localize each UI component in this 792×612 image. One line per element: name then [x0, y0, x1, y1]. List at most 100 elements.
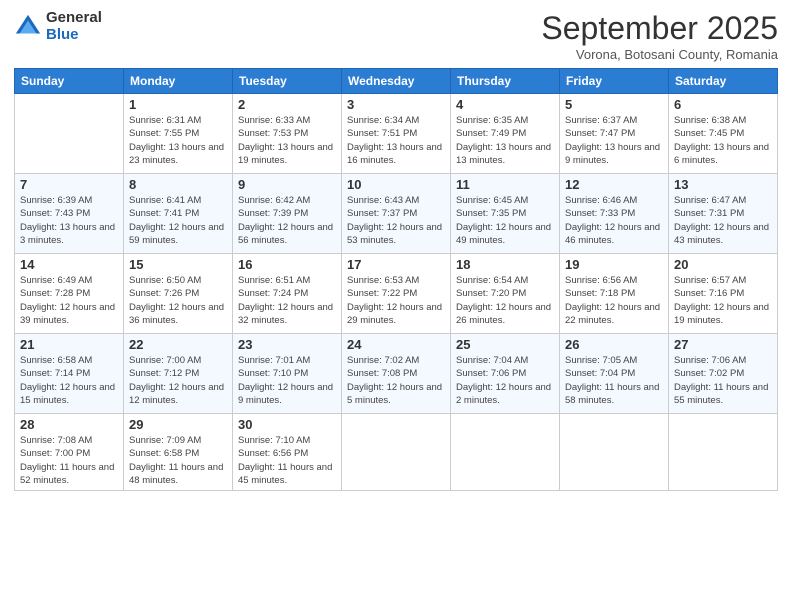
day-number: 8 — [129, 177, 227, 192]
calendar-cell: 28 Sunrise: 7:08 AMSunset: 7:00 PMDayligh… — [15, 414, 124, 491]
day-info: Sunrise: 7:10 AMSunset: 6:56 PMDaylight:… — [238, 434, 336, 487]
calendar-cell: 3 Sunrise: 6:34 AMSunset: 7:51 PMDaylight… — [342, 94, 451, 174]
day-number: 5 — [565, 97, 663, 112]
day-number: 21 — [20, 337, 118, 352]
day-info: Sunrise: 6:53 AMSunset: 7:22 PMDaylight:… — [347, 274, 445, 327]
calendar-cell: 5 Sunrise: 6:37 AMSunset: 7:47 PMDaylight… — [560, 94, 669, 174]
calendar-cell: 27Sunrise: 7:06 AMSunset: 7:02 PMDayligh… — [669, 334, 778, 414]
calendar-cell: 15Sunrise: 6:50 AMSunset: 7:26 PMDayligh… — [124, 254, 233, 334]
calendar-cell: 19 Sunrise: 6:56 AMSunset: 7:18 PMDayligh… — [560, 254, 669, 334]
day-info: Sunrise: 6:45 AMSunset: 7:35 PMDaylight:… — [456, 194, 554, 247]
day-number: 29 — [129, 417, 227, 432]
day-info: Sunrise: 6:34 AMSunset: 7:51 PMDaylight:… — [347, 114, 445, 167]
calendar-cell: 30 Sunrise: 7:10 AMSunset: 6:56 PMDayligh… — [233, 414, 342, 491]
day-info: Sunrise: 6:46 AMSunset: 7:33 PMDaylight:… — [565, 194, 663, 247]
day-info: Sunrise: 6:47 AMSunset: 7:31 PMDaylight:… — [674, 194, 772, 247]
day-info: Sunrise: 7:06 AMSunset: 7:02 PMDaylight:… — [674, 354, 772, 407]
day-info: Sunrise: 6:38 AMSunset: 7:45 PMDaylight:… — [674, 114, 772, 167]
day-info: Sunrise: 7:09 AMSunset: 6:58 PMDaylight:… — [129, 434, 227, 487]
weekday-header-saturday: Saturday — [669, 69, 778, 94]
day-number: 22 — [129, 337, 227, 352]
day-info: Sunrise: 6:33 AMSunset: 7:53 PMDaylight:… — [238, 114, 336, 167]
weekday-header-thursday: Thursday — [451, 69, 560, 94]
location-subtitle: Vorona, Botosani County, Romania — [541, 47, 778, 62]
day-number: 20 — [674, 257, 772, 272]
day-number: 7 — [20, 177, 118, 192]
day-number: 23 — [238, 337, 336, 352]
day-info: Sunrise: 6:42 AMSunset: 7:39 PMDaylight:… — [238, 194, 336, 247]
day-number: 19 — [565, 257, 663, 272]
weekday-header-wednesday: Wednesday — [342, 69, 451, 94]
day-number: 13 — [674, 177, 772, 192]
day-number: 14 — [20, 257, 118, 272]
calendar-cell: 29 Sunrise: 7:09 AMSunset: 6:58 PMDayligh… — [124, 414, 233, 491]
day-number: 6 — [674, 97, 772, 112]
calendar-cell — [15, 94, 124, 174]
day-info: Sunrise: 7:01 AMSunset: 7:10 PMDaylight:… — [238, 354, 336, 407]
calendar-cell: 13 Sunrise: 6:47 AMSunset: 7:31 PMDayligh… — [669, 174, 778, 254]
calendar-cell: 26 Sunrise: 7:05 AMSunset: 7:04 PMDayligh… — [560, 334, 669, 414]
calendar-cell: 7 Sunrise: 6:39 AMSunset: 7:43 PMDaylight… — [15, 174, 124, 254]
day-number: 11 — [456, 177, 554, 192]
weekday-header-monday: Monday — [124, 69, 233, 94]
calendar-cell: 1 Sunrise: 6:31 AMSunset: 7:55 PMDaylight… — [124, 94, 233, 174]
calendar-cell: 17Sunrise: 6:53 AMSunset: 7:22 PMDayligh… — [342, 254, 451, 334]
day-number: 1 — [129, 97, 227, 112]
day-info: Sunrise: 6:54 AMSunset: 7:20 PMDaylight:… — [456, 274, 554, 327]
weekday-header-friday: Friday — [560, 69, 669, 94]
day-info: Sunrise: 6:39 AMSunset: 7:43 PMDaylight:… — [20, 194, 118, 247]
calendar-cell: 2 Sunrise: 6:33 AMSunset: 7:53 PMDaylight… — [233, 94, 342, 174]
day-info: Sunrise: 7:08 AMSunset: 7:00 PMDaylight:… — [20, 434, 118, 487]
week-row-5: 28 Sunrise: 7:08 AMSunset: 7:00 PMDayligh… — [15, 414, 778, 491]
day-info: Sunrise: 6:50 AMSunset: 7:26 PMDaylight:… — [129, 274, 227, 327]
day-number: 28 — [20, 417, 118, 432]
day-number: 3 — [347, 97, 445, 112]
weekday-header-sunday: Sunday — [15, 69, 124, 94]
day-number: 25 — [456, 337, 554, 352]
day-info: Sunrise: 7:00 AMSunset: 7:12 PMDaylight:… — [129, 354, 227, 407]
logo: General Blue — [14, 10, 102, 43]
day-info: Sunrise: 6:51 AMSunset: 7:24 PMDaylight:… — [238, 274, 336, 327]
calendar-cell — [669, 414, 778, 491]
day-number: 4 — [456, 97, 554, 112]
day-info: Sunrise: 6:31 AMSunset: 7:55 PMDaylight:… — [129, 114, 227, 167]
week-row-2: 7 Sunrise: 6:39 AMSunset: 7:43 PMDaylight… — [15, 174, 778, 254]
day-info: Sunrise: 6:37 AMSunset: 7:47 PMDaylight:… — [565, 114, 663, 167]
day-info: Sunrise: 6:41 AMSunset: 7:41 PMDaylight:… — [129, 194, 227, 247]
day-number: 12 — [565, 177, 663, 192]
day-info: Sunrise: 7:04 AMSunset: 7:06 PMDaylight:… — [456, 354, 554, 407]
week-row-4: 21Sunrise: 6:58 AMSunset: 7:14 PMDayligh… — [15, 334, 778, 414]
calendar-cell: 11 Sunrise: 6:45 AMSunset: 7:35 PMDayligh… — [451, 174, 560, 254]
calendar-cell: 21Sunrise: 6:58 AMSunset: 7:14 PMDayligh… — [15, 334, 124, 414]
day-number: 16 — [238, 257, 336, 272]
day-info: Sunrise: 6:56 AMSunset: 7:18 PMDaylight:… — [565, 274, 663, 327]
day-number: 18 — [456, 257, 554, 272]
day-info: Sunrise: 6:35 AMSunset: 7:49 PMDaylight:… — [456, 114, 554, 167]
calendar-cell — [560, 414, 669, 491]
page: General Blue September 2025 Vorona, Boto… — [0, 0, 792, 612]
calendar-cell: 8 Sunrise: 6:41 AMSunset: 7:41 PMDaylight… — [124, 174, 233, 254]
logo-blue: Blue — [46, 27, 102, 44]
logo-icon — [14, 13, 42, 41]
weekday-header-tuesday: Tuesday — [233, 69, 342, 94]
day-info: Sunrise: 6:43 AMSunset: 7:37 PMDaylight:… — [347, 194, 445, 247]
week-row-1: 1 Sunrise: 6:31 AMSunset: 7:55 PMDaylight… — [15, 94, 778, 174]
day-info: Sunrise: 6:49 AMSunset: 7:28 PMDaylight:… — [20, 274, 118, 327]
logo-general: General — [46, 10, 102, 27]
calendar-cell: 25 Sunrise: 7:04 AMSunset: 7:06 PMDayligh… — [451, 334, 560, 414]
calendar-cell — [342, 414, 451, 491]
day-number: 26 — [565, 337, 663, 352]
calendar-table: SundayMondayTuesdayWednesdayThursdayFrid… — [14, 68, 778, 491]
calendar-cell: 4 Sunrise: 6:35 AMSunset: 7:49 PMDaylight… — [451, 94, 560, 174]
day-info: Sunrise: 7:05 AMSunset: 7:04 PMDaylight:… — [565, 354, 663, 407]
day-number: 2 — [238, 97, 336, 112]
calendar-cell: 18 Sunrise: 6:54 AMSunset: 7:20 PMDayligh… — [451, 254, 560, 334]
weekday-header-row: SundayMondayTuesdayWednesdayThursdayFrid… — [15, 69, 778, 94]
logo-text: General Blue — [46, 10, 102, 43]
calendar-cell — [451, 414, 560, 491]
calendar-cell: 6 Sunrise: 6:38 AMSunset: 7:45 PMDaylight… — [669, 94, 778, 174]
month-title: September 2025 — [541, 10, 778, 47]
day-info: Sunrise: 7:02 AMSunset: 7:08 PMDaylight:… — [347, 354, 445, 407]
calendar-cell: 14 Sunrise: 6:49 AMSunset: 7:28 PMDayligh… — [15, 254, 124, 334]
day-number: 30 — [238, 417, 336, 432]
